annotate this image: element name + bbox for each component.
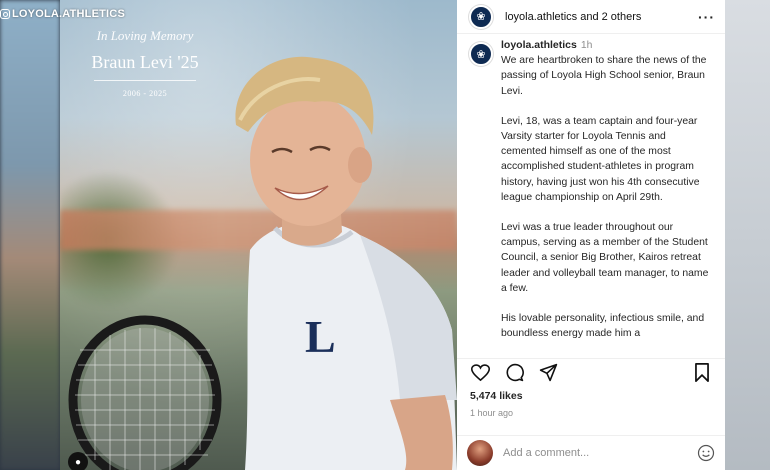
caption-paragraph: His lovable personality, infectious smil… — [501, 313, 705, 340]
share-icon[interactable] — [537, 362, 559, 384]
bookmark-icon[interactable] — [691, 362, 713, 384]
screenshot-stage: L In Loving Memory Braun Levi '25 2006 -… — [0, 0, 770, 470]
post-timestamp: 1 hour ago — [470, 408, 514, 418]
caption-avatar-icon[interactable]: ❀ — [469, 42, 493, 66]
instagram-post-panel: ❀ loyola.athletics and 2 others ··· ❀ lo… — [457, 0, 725, 470]
blurred-backdrop-left — [0, 0, 60, 470]
caption-paragraph: Levi, 18, was a team captain and four-ye… — [501, 115, 700, 203]
memorial-overlay: In Loving Memory Braun Levi '25 2006 - 2… — [90, 28, 200, 98]
memorial-divider — [94, 80, 196, 81]
comment-icon[interactable] — [503, 362, 525, 384]
emoji-icon[interactable] — [697, 444, 715, 462]
caption-paragraph: Levi was a true leader throughout our ca… — [501, 222, 709, 294]
post-header: ❀ loyola.athletics and 2 others ··· — [457, 0, 725, 34]
memorial-years: 2006 - 2025 — [122, 89, 168, 98]
instagram-icon — [0, 9, 10, 19]
post-actions — [457, 358, 725, 386]
blurred-backdrop-right — [725, 0, 770, 470]
shirt-letter: L — [305, 311, 336, 362]
caption-paragraph: loyola.athletics 1h We are heartbroken to… — [501, 38, 709, 99]
memorial-photo: L In Loving Memory Braun Levi '25 2006 -… — [60, 0, 457, 470]
heart-icon[interactable] — [469, 362, 491, 384]
post-author: loyola.athletics and 2 others — [505, 11, 698, 23]
more-options-icon[interactable]: ··· — [698, 9, 715, 25]
caption-time: 1h — [580, 40, 593, 51]
tagged-user-icon[interactable]: ● — [68, 452, 88, 470]
tennis-racket — [68, 315, 222, 470]
caption-body: loyola.athletics 1h We are heartbroken to… — [501, 38, 709, 353]
collab-text[interactable]: and 2 others — [580, 11, 641, 23]
commenter-avatar — [467, 440, 493, 466]
caption-area: ❀ loyola.athletics 1h We are heartbroken … — [457, 38, 725, 353]
source-watermark: LOYOLA.ATHLETICS — [0, 8, 125, 20]
watermark-handle: LOYOLA.ATHLETICS — [12, 8, 125, 20]
memorial-heading: In Loving Memory — [96, 28, 194, 43]
caption-username[interactable]: loyola.athletics — [501, 39, 577, 51]
author-username[interactable]: loyola.athletics — [505, 11, 577, 23]
paw-logo-icon[interactable]: ❀ — [469, 4, 493, 29]
likes-count[interactable]: 5,474 likes — [470, 390, 523, 402]
memorial-name: Braun Levi '25 — [91, 52, 199, 72]
comment-input[interactable] — [503, 447, 697, 459]
comment-bar — [457, 435, 725, 470]
caption-text-1: We are heartbroken to share the news of … — [501, 55, 707, 97]
